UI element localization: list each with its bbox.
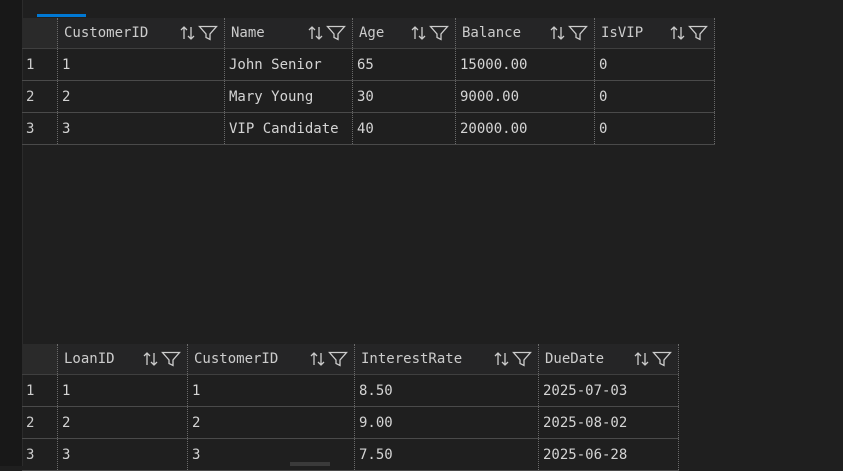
table-row[interactable]: 1 1 1 8.50 2025-07-03 — [22, 375, 679, 407]
table-cell[interactable]: 3 — [58, 113, 225, 144]
row-number[interactable]: 3 — [22, 439, 58, 470]
table-cell[interactable]: 3 — [188, 439, 355, 470]
left-gutter — [0, 0, 23, 466]
row-number[interactable]: 2 — [22, 407, 58, 438]
column-header-label: Name — [231, 25, 265, 41]
filter-icon[interactable] — [688, 25, 708, 41]
table-cell[interactable]: 8.50 — [355, 375, 539, 406]
table-row[interactable]: 3 3 VIP Candidate 40 20000.00 0 — [22, 113, 715, 145]
column-header-label: Age — [359, 25, 385, 41]
sort-icon[interactable] — [633, 351, 651, 367]
column-header-interestrate[interactable]: InterestRate — [355, 344, 539, 374]
column-header-balance[interactable]: Balance — [456, 18, 595, 48]
table-cell[interactable]: 2 — [188, 407, 355, 438]
table-cell[interactable]: Mary Young — [225, 81, 353, 112]
column-header-duedate[interactable]: DueDate — [539, 344, 679, 374]
filter-icon[interactable] — [568, 25, 588, 41]
table-cell[interactable]: 2 — [58, 81, 225, 112]
row-number[interactable]: 1 — [22, 375, 58, 406]
table-row[interactable]: 3 3 3 7.50 2025-06-28 — [22, 439, 679, 471]
table-row[interactable]: 1 1 John Senior 65 15000.00 0 — [22, 49, 715, 81]
table-cell[interactable]: 9000.00 — [456, 81, 595, 112]
table-cell[interactable]: 20000.00 — [456, 113, 595, 144]
table-cell[interactable]: 40 — [353, 113, 456, 144]
active-tab-indicator[interactable] — [37, 14, 86, 17]
column-header-customerid[interactable]: CustomerID — [188, 344, 355, 374]
column-header-label: InterestRate — [361, 351, 463, 367]
column-header-label: Balance — [462, 25, 522, 41]
column-header-label: DueDate — [545, 351, 605, 367]
table-cell[interactable]: 1 — [58, 49, 225, 80]
table-cell[interactable]: VIP Candidate — [225, 113, 353, 144]
column-header-loanid[interactable]: LoanID — [58, 344, 188, 374]
table-cell[interactable]: 1 — [58, 375, 188, 406]
column-header-label: LoanID — [64, 351, 115, 367]
column-header-age[interactable]: Age — [353, 18, 456, 48]
filter-icon[interactable] — [161, 351, 181, 367]
table-cell[interactable]: 2 — [58, 407, 188, 438]
column-header-label: CustomerID — [64, 25, 149, 41]
table-row[interactable]: 2 2 2 9.00 2025-08-02 — [22, 407, 679, 439]
grid-header-row: LoanID CustomerID InterestRate DueDate — [22, 344, 679, 375]
table-cell[interactable]: 2025-06-28 — [539, 439, 679, 470]
row-number[interactable]: 3 — [22, 113, 58, 144]
row-number-header — [22, 18, 58, 48]
results-grid-loans: LoanID CustomerID InterestRate DueDate 1… — [22, 344, 679, 471]
column-header-label: CustomerID — [194, 351, 279, 367]
row-number[interactable]: 2 — [22, 81, 58, 112]
filter-icon[interactable] — [326, 25, 346, 41]
table-cell[interactable]: 1 — [188, 375, 355, 406]
sort-icon[interactable] — [669, 25, 687, 41]
sort-icon[interactable] — [549, 25, 567, 41]
filter-icon[interactable] — [652, 351, 672, 367]
sort-icon[interactable] — [142, 351, 160, 367]
column-header-label: IsVIP — [601, 25, 644, 41]
table-cell[interactable]: 0 — [595, 49, 715, 80]
row-number[interactable]: 1 — [22, 49, 58, 80]
row-number-header — [22, 344, 58, 374]
column-header-isvip[interactable]: IsVIP — [595, 18, 715, 48]
filter-icon[interactable] — [198, 25, 218, 41]
grid-header-row: CustomerID Name Age Balance IsVIP — [22, 18, 715, 49]
sort-icon[interactable] — [307, 25, 325, 41]
sort-icon[interactable] — [493, 351, 511, 367]
table-cell[interactable]: 7.50 — [355, 439, 539, 470]
table-cell[interactable]: 0 — [595, 113, 715, 144]
column-header-name[interactable]: Name — [225, 18, 353, 48]
table-row[interactable]: 2 2 Mary Young 30 9000.00 0 — [22, 81, 715, 113]
table-cell[interactable]: 0 — [595, 81, 715, 112]
results-grid-customers: CustomerID Name Age Balance IsVIP 1 1 Jo… — [22, 18, 715, 145]
table-cell[interactable]: John Senior — [225, 49, 353, 80]
table-cell[interactable]: 15000.00 — [456, 49, 595, 80]
sort-icon[interactable] — [410, 25, 428, 41]
table-cell[interactable]: 9.00 — [355, 407, 539, 438]
sort-icon[interactable] — [309, 351, 327, 367]
filter-icon[interactable] — [512, 351, 532, 367]
table-cell[interactable]: 30 — [353, 81, 456, 112]
sort-icon[interactable] — [179, 25, 197, 41]
table-cell[interactable]: 2025-07-03 — [539, 375, 679, 406]
table-cell[interactable]: 3 — [58, 439, 188, 470]
table-cell[interactable]: 2025-08-02 — [539, 407, 679, 438]
filter-icon[interactable] — [328, 351, 348, 367]
column-header-customerid[interactable]: CustomerID — [58, 18, 225, 48]
filter-icon[interactable] — [429, 25, 449, 41]
table-cell[interactable]: 65 — [353, 49, 456, 80]
